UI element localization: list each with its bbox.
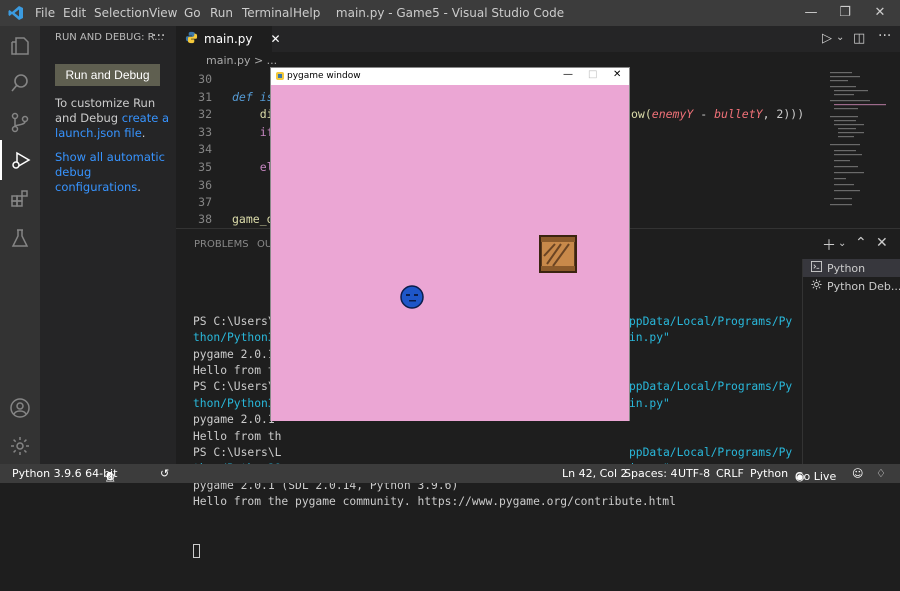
- extensions-icon[interactable]: [0, 179, 40, 219]
- tab-main-py[interactable]: main.py ✕: [176, 26, 281, 52]
- line-number: 33: [198, 125, 212, 139]
- minimize-icon[interactable]: —: [794, 0, 828, 26]
- wooden-crate-enemy-icon: [539, 235, 577, 277]
- new-terminal-icon[interactable]: ＋: [822, 235, 836, 255]
- python-file-icon: [185, 31, 198, 47]
- menu-view[interactable]: View: [149, 6, 177, 20]
- line-number: 35: [198, 160, 212, 174]
- terminal-icon: [811, 261, 822, 275]
- line-number: 38: [198, 212, 212, 226]
- code-line: if: [232, 125, 274, 139]
- run-debug-sidebar: RUN AND DEBUG: R... ··· Run and Debug To…: [40, 26, 176, 464]
- line-number: 36: [198, 178, 212, 192]
- line-number: 32: [198, 107, 212, 121]
- run-and-debug-button[interactable]: Run and Debug: [55, 64, 160, 86]
- tab-label: main.py: [204, 32, 253, 46]
- pygame-window[interactable]: pygame window — □ ✕: [270, 67, 630, 421]
- show-configurations-text: Show all automatic debug configurations.: [55, 150, 165, 194]
- pygame-minimize-icon[interactable]: —: [563, 69, 573, 80]
- customize-text: To customize Run and Debug create a laun…: [55, 96, 169, 140]
- code-line: def is: [232, 90, 274, 104]
- line-number: 30: [198, 72, 212, 86]
- split-editor-icon[interactable]: ◫: [853, 31, 865, 46]
- maximize-panel-icon[interactable]: ⌃: [855, 235, 867, 251]
- terminal-line: PS C:\Users\L ppData/Local/Programs/Py: [193, 445, 793, 459]
- sidebar-title: RUN AND DEBUG: R...: [55, 32, 164, 43]
- terminal-line: Hello from the pygame community. https:/…: [193, 495, 676, 509]
- close-panel-icon[interactable]: ✕: [876, 235, 888, 251]
- search-icon[interactable]: [0, 63, 40, 103]
- vscode-logo-icon: [8, 5, 24, 24]
- terminal-item-python-debug[interactable]: Python Deb...: [803, 277, 900, 295]
- terminal-item-python[interactable]: Python: [803, 259, 900, 277]
- terminal-cursor: [193, 544, 200, 559]
- run-dropdown-chevron-icon[interactable]: ⌄: [836, 32, 844, 43]
- terminal-list: Python Python Deb...: [802, 259, 900, 465]
- blue-face-player-icon: [400, 285, 424, 313]
- editor-more-icon[interactable]: ···: [878, 28, 891, 44]
- line-ending[interactable]: CRLF: [716, 467, 744, 480]
- game-canvas[interactable]: [271, 85, 629, 421]
- notifications-bell-icon[interactable]: ♢: [876, 467, 886, 480]
- debug-gear-icon: [811, 279, 822, 293]
- settings-gear-icon[interactable]: [0, 426, 40, 466]
- run-file-icon[interactable]: ▷: [822, 31, 832, 46]
- pygame-maximize-icon[interactable]: □: [588, 69, 597, 80]
- line-number: 34: [198, 142, 212, 156]
- explorer-icon[interactable]: [0, 26, 40, 66]
- terminal-dropdown-chevron-icon[interactable]: ⌄: [838, 238, 846, 249]
- more-actions-icon[interactable]: ···: [152, 28, 165, 44]
- line-number: 31: [198, 90, 212, 104]
- pygame-snake-icon: [275, 71, 285, 84]
- close-window-icon[interactable]: ✕: [863, 0, 897, 26]
- maximize-icon[interactable]: ❐: [828, 0, 862, 26]
- menu-edit[interactable]: Edit: [63, 6, 86, 20]
- line-number: 37: [198, 195, 212, 209]
- editor-tabs: main.py ✕ ▷ ⌄ ◫ ···: [176, 26, 900, 52]
- title-bar: File Edit Selection View Go Run Terminal…: [0, 0, 900, 26]
- run-debug-icon[interactable]: [0, 140, 40, 180]
- activity-bar: [0, 26, 40, 464]
- feedback-icon[interactable]: ☺: [852, 467, 863, 480]
- indentation[interactable]: Spaces: 4: [624, 467, 677, 480]
- minimap[interactable]: [826, 70, 886, 220]
- language-mode[interactable]: Python: [750, 467, 788, 480]
- menu-selection[interactable]: Selection: [94, 6, 149, 20]
- code-line: di: [232, 107, 274, 121]
- terminal-line: Hello from th: [193, 429, 282, 443]
- pygame-title-bar[interactable]: pygame window — □ ✕: [271, 68, 629, 85]
- status-bar: Python 3.9.6 64-bit ⊗ 0 △ 0 ↺ Ln 42, Col…: [0, 464, 900, 483]
- window-title: main.py - Game5 - Visual Studio Code: [335, 6, 565, 20]
- tab-problems[interactable]: PROBLEMS: [194, 239, 249, 250]
- account-icon[interactable]: [0, 388, 40, 428]
- menu-terminal[interactable]: Terminal: [242, 6, 293, 20]
- code-line-tail: ow(enemyY - bulletY, 2))): [631, 107, 805, 121]
- menu-run[interactable]: Run: [210, 6, 233, 20]
- menu-go[interactable]: Go: [184, 6, 201, 20]
- source-control-icon[interactable]: [0, 102, 40, 142]
- python-interpreter[interactable]: Python 3.9.6 64-bit: [12, 467, 117, 480]
- cursor-position[interactable]: Ln 42, Col 2: [562, 467, 628, 480]
- encoding[interactable]: UTF-8: [678, 467, 710, 480]
- close-tab-icon[interactable]: ✕: [271, 32, 281, 46]
- show-automatic-configs-link[interactable]: Show all automatic debug configurations: [55, 150, 165, 194]
- testing-flask-icon[interactable]: [0, 218, 40, 258]
- pygame-window-title: pygame window: [287, 71, 361, 81]
- pygame-close-icon[interactable]: ✕: [613, 69, 621, 80]
- code-line: el: [232, 160, 274, 174]
- code-line: game_o: [232, 212, 274, 226]
- menu-file[interactable]: File: [35, 6, 55, 20]
- live-share-icon[interactable]: ↺: [160, 467, 169, 480]
